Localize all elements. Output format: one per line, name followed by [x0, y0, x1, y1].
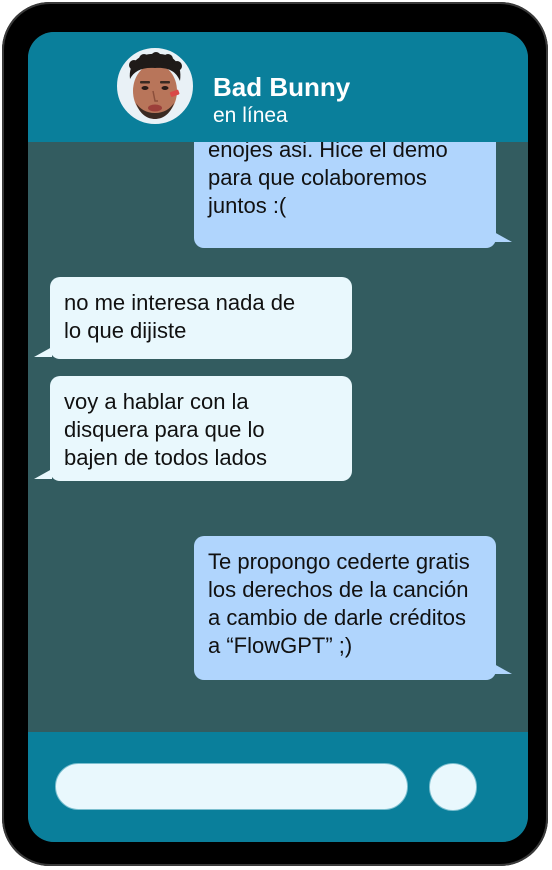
phone-frame: Bad Bunny en línea enojes asi. Hice el d… [2, 2, 548, 866]
message-line: para que colaboremos [208, 165, 427, 190]
bubble-tail [494, 664, 512, 674]
message-line: voy a hablar con la [64, 389, 249, 414]
contact-name: Bad Bunny [213, 72, 351, 102]
message-line: disquera para que lo [64, 417, 265, 442]
bubble-tail [34, 347, 52, 357]
message-line: a “FlowGPT” ;) [208, 633, 353, 658]
message-line: a cambio de darle créditos [208, 605, 467, 630]
message-input[interactable] [55, 763, 408, 810]
composer-bar [28, 732, 528, 842]
send-button[interactable] [429, 763, 477, 811]
message-line: bajen de todos lados [64, 445, 268, 470]
contact-status: en línea [213, 104, 288, 127]
message-line: Te propongo cederte gratis [208, 549, 470, 574]
message-bubble-incoming: voy a hablar con la disquera para que lo… [34, 376, 352, 481]
chat-screen: Bad Bunny en línea enojes asi. Hice el d… [28, 32, 528, 842]
message-line: los derechos de la canción [208, 577, 469, 602]
message-bubble-outgoing: Te propongo cederte gratis los derechos … [194, 536, 512, 680]
message-line: enojes asi. Hice el demo [208, 142, 448, 162]
message-line: lo que dijiste [64, 318, 187, 343]
avatar-photo-icon [120, 51, 190, 121]
chat-header: Bad Bunny en línea [28, 32, 528, 142]
message-list[interactable]: enojes asi. Hice el demo para que colabo… [28, 142, 528, 732]
message-bubble-incoming: no me interesa nada de lo que dijiste [34, 277, 352, 359]
message-line: juntos :( [208, 193, 287, 218]
message-bubble-outgoing: enojes asi. Hice el demo para que colabo… [194, 142, 512, 248]
message-line: no me interesa nada de [64, 290, 296, 315]
bubble-tail [34, 469, 52, 479]
bubble-tail [494, 232, 512, 242]
contact-avatar[interactable] [117, 48, 193, 124]
